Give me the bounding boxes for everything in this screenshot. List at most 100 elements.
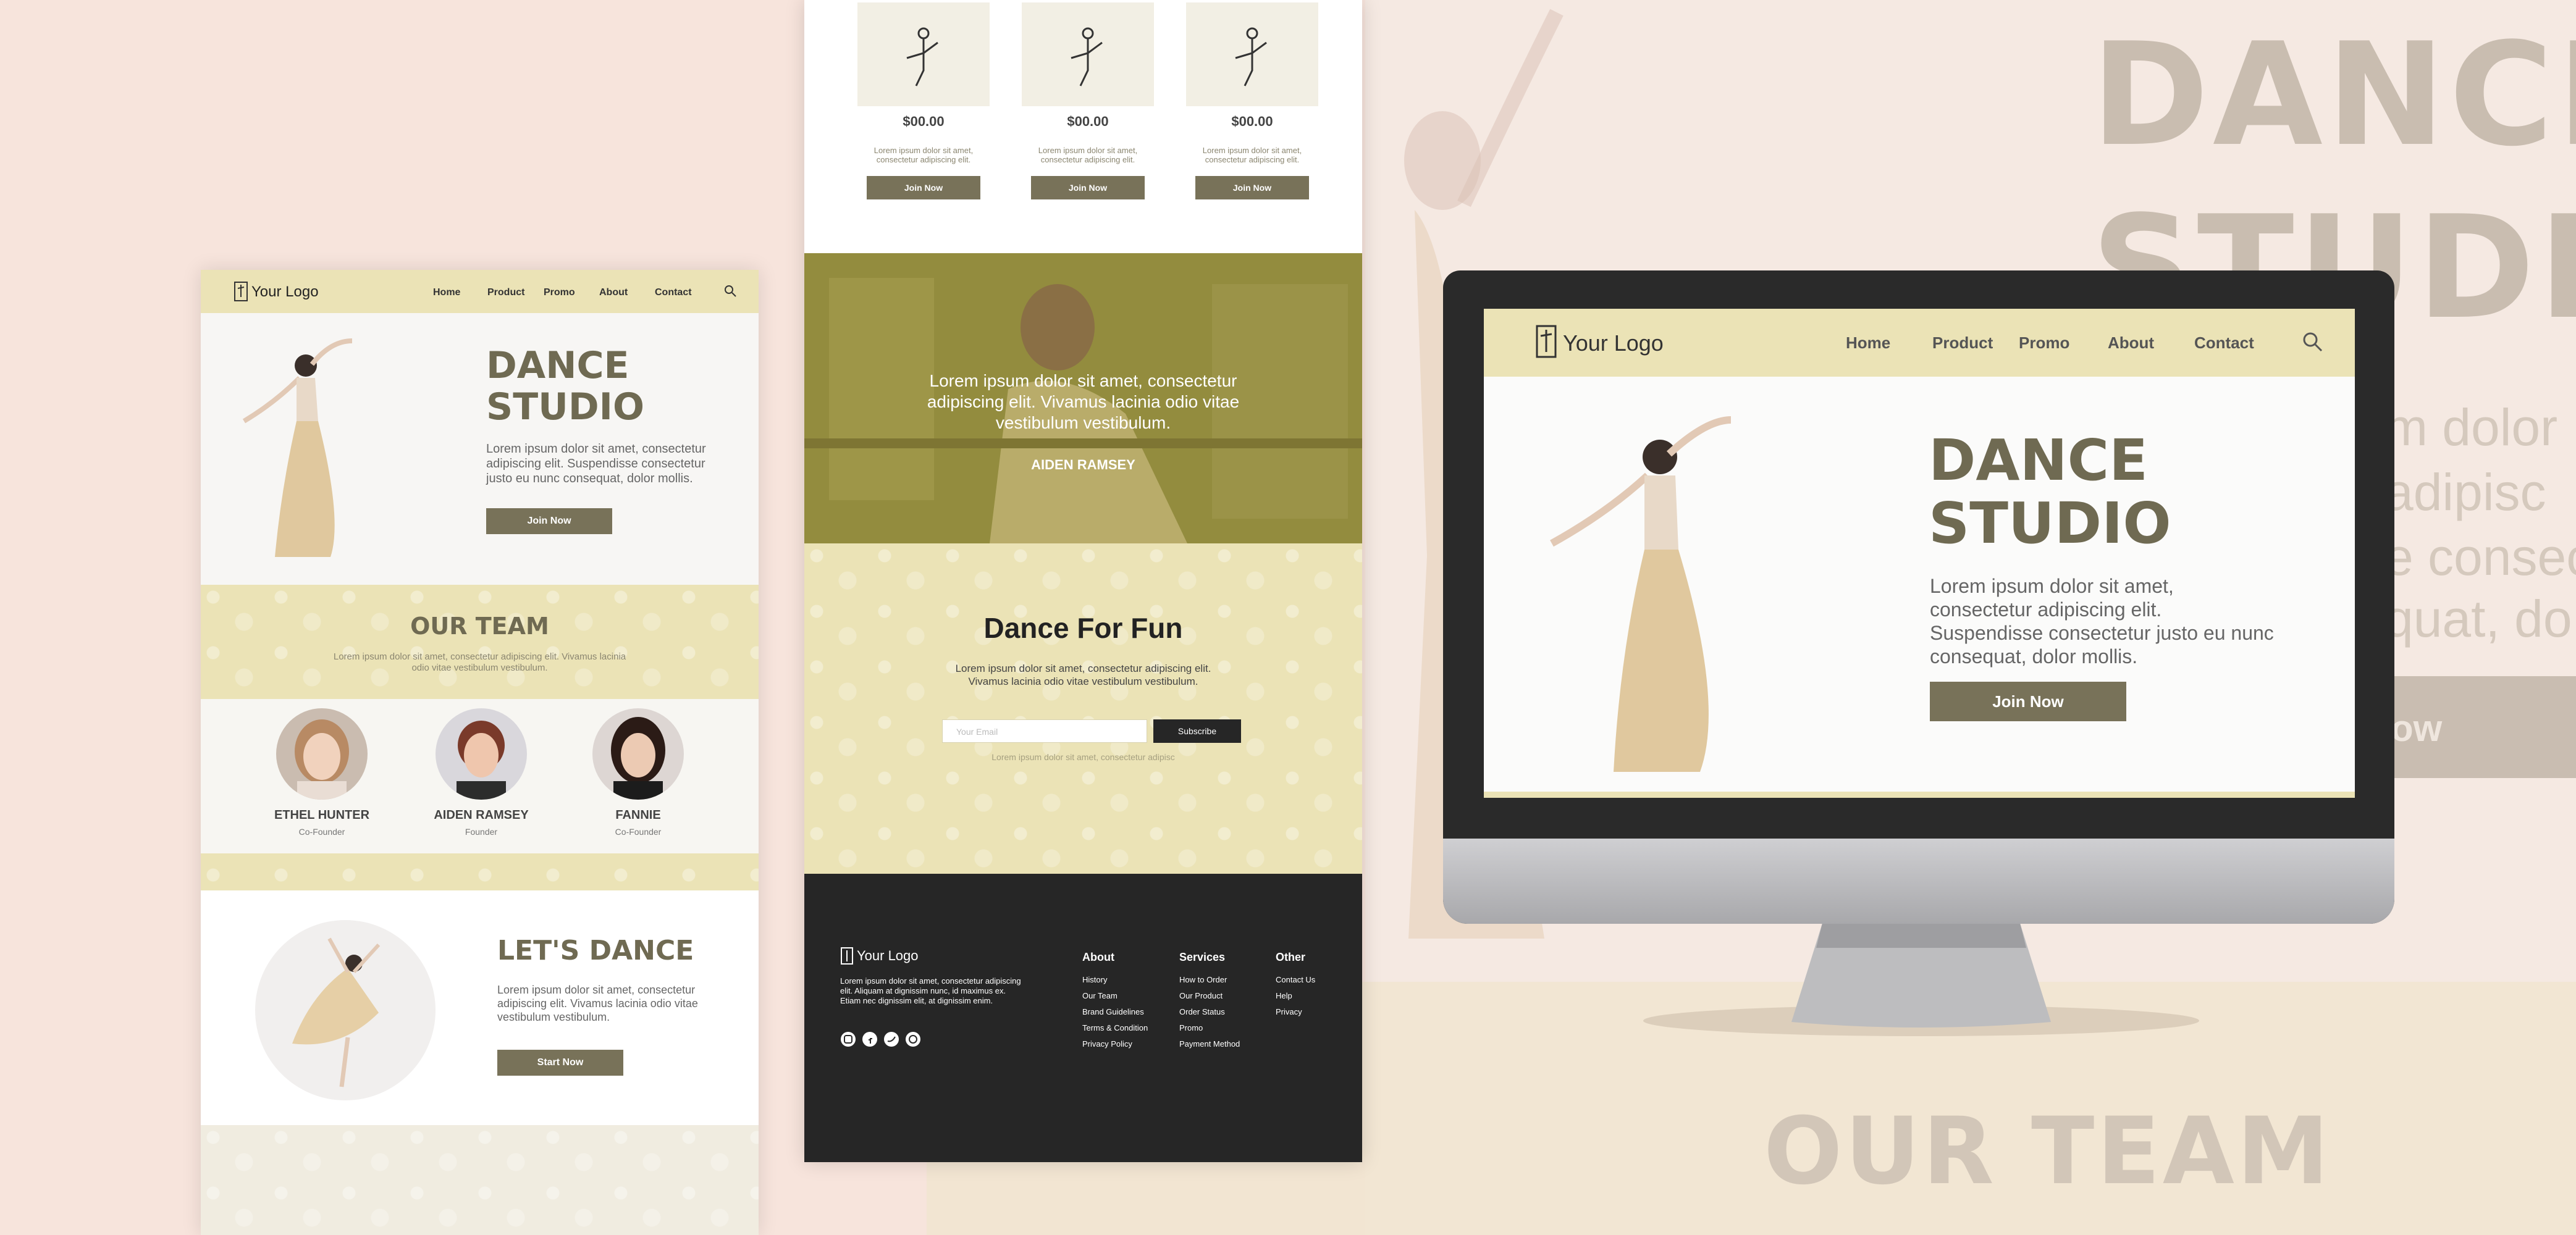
backdrop-fragment-1: m dolor	[2384, 398, 2558, 456]
team-title: OUR TEAM	[410, 613, 549, 640]
product-3-price: $00.00	[1231, 114, 1273, 129]
team-body: Lorem ipsum dolor sit amet, consectetur …	[333, 651, 626, 673]
screen-nav-home[interactable]: Home	[1846, 333, 1890, 353]
footer-link[interactable]: Our Product	[1179, 991, 1223, 1000]
left-bottom-pattern	[201, 1125, 759, 1235]
product-3-join-button[interactable]: Join Now	[1195, 176, 1309, 199]
left-header: Your Logo Home Product Promo About Conta…	[201, 270, 759, 313]
member-name-ethel: ETHEL HUNTER	[274, 808, 370, 822]
join-now-button[interactable]: Join Now	[486, 508, 612, 534]
footer-col-services-title: Services	[1179, 951, 1226, 963]
email-input[interactable]: Your Email	[942, 719, 1147, 743]
footer-link[interactable]: Privacy	[1276, 1007, 1302, 1016]
start-now-button[interactable]: Start Now	[497, 1050, 623, 1076]
hero-body: Lorem ipsum dolor sit amet, consectetur …	[486, 442, 706, 485]
facebook-icon[interactable]	[862, 1031, 878, 1047]
monitor-stand	[1773, 923, 2069, 1031]
screen-hero-body: Lorem ipsum dolor sit amet, consectetur …	[1930, 575, 2274, 668]
avatar-aiden	[436, 708, 527, 800]
footer-logo-text[interactable]: Your Logo	[857, 948, 919, 964]
nav-contact[interactable]: Contact	[655, 287, 692, 298]
footer-col-about-title: About	[1082, 951, 1114, 963]
lets-dance-title: LET'S DANCE	[497, 935, 694, 966]
footer-link[interactable]: Promo	[1179, 1023, 1203, 1032]
backdrop-button: ow	[2391, 676, 2576, 778]
screen-search-icon[interactable]	[2300, 330, 2324, 353]
newsletter-title: Dance For Fun	[983, 612, 1183, 644]
screen-nav-promo[interactable]: Promo	[2019, 333, 2069, 353]
backdrop-fragment-4: quat, do	[2384, 590, 2572, 648]
lets-dance-image	[255, 920, 436, 1100]
lets-dance-body: Lorem ipsum dolor sit amet, consectetur …	[497, 984, 698, 1023]
footer-link[interactable]: Our Team	[1082, 991, 1118, 1000]
member-name-aiden: AIDEN RAMSEY	[434, 808, 529, 822]
screen-nav-about[interactable]: About	[2108, 333, 2154, 353]
team-section: OUR TEAM Lorem ipsum dolor sit amet, con…	[201, 585, 759, 890]
footer-link[interactable]: Privacy Policy	[1082, 1039, 1132, 1049]
product-card-3-image	[1186, 2, 1318, 106]
testimonial-quote: Lorem ipsum dolor sit amet, consectetur …	[927, 371, 1240, 432]
left-mockup: Your Logo Home Product Promo About Conta…	[201, 270, 759, 1235]
member-name-fannie: FANNIE	[615, 808, 661, 822]
footer-about-text: Lorem ipsum dolor sit amet, consectetur …	[840, 976, 1021, 1005]
product-2-join-button[interactable]: Join Now	[1031, 176, 1145, 199]
screen-hero-title-1: DANCE	[1929, 427, 2148, 493]
screen-logo-icon[interactable]	[1534, 324, 1558, 359]
product-1-desc: Lorem ipsum dolor sit amet, consectetur …	[873, 146, 974, 164]
footer: Your Logo Lorem ipsum dolor sit amet, co…	[804, 874, 1362, 1162]
screen-nav-contact[interactable]: Contact	[2194, 333, 2254, 353]
screen-logo-text[interactable]: Your Logo	[1563, 330, 1664, 356]
footer-link[interactable]: History	[1082, 975, 1107, 984]
product-2-price: $00.00	[1067, 114, 1109, 129]
backdrop-button-fragment: ow	[2391, 708, 2443, 749]
hero-dancer-image	[238, 335, 361, 569]
newsletter-section: Dance For Fun Lorem ipsum dolor sit amet…	[804, 543, 1362, 874]
product-1-price: $00.00	[903, 114, 945, 129]
backdrop-team-title: OUR TEAM	[1764, 1098, 2332, 1205]
backdrop-fragment-3: e consec	[2384, 528, 2576, 586]
screen-dancer-image	[1546, 408, 1749, 790]
nav-home[interactable]: Home	[433, 287, 460, 298]
monitor-frame: Your Logo Home Product Promo About Conta…	[1443, 270, 2394, 924]
product-2-desc: Lorem ipsum dolor sit amet, consectetur …	[1038, 146, 1138, 164]
instagram-icon[interactable]	[840, 1031, 856, 1047]
logo-icon[interactable]	[233, 281, 249, 302]
avatar-fannie	[592, 708, 684, 800]
twitter-icon[interactable]	[883, 1031, 899, 1047]
footer-link[interactable]: How to Order	[1179, 975, 1227, 984]
search-icon[interactable]	[723, 283, 738, 298]
lets-dance-section: LET'S DANCE Lorem ipsum dolor sit amet, …	[201, 890, 759, 1125]
logo-text[interactable]: Your Logo	[251, 283, 319, 301]
hero-title-line2: STUDIO	[486, 385, 644, 429]
left-hero: DANCE STUDIO Lorem ipsum dolor sit amet,…	[201, 313, 759, 585]
footer-link[interactable]: Contact Us	[1276, 975, 1315, 984]
whatsapp-icon[interactable]	[905, 1031, 921, 1047]
footer-link[interactable]: Brand Guidelines	[1082, 1007, 1144, 1016]
footer-link[interactable]: Help	[1276, 991, 1292, 1000]
testimonial-author: AIDEN RAMSEY	[1031, 457, 1135, 472]
nav-product[interactable]: Product	[487, 287, 524, 298]
nav-promo[interactable]: Promo	[544, 287, 575, 298]
product-1-join-button[interactable]: Join Now	[867, 176, 980, 199]
product-card-2-image	[1022, 2, 1154, 106]
screen-join-now-button[interactable]: Join Now	[1930, 682, 2126, 721]
newsletter-note: Lorem ipsum dolor sit amet, consectetur …	[991, 752, 1175, 762]
footer-col-other-title: Other	[1276, 951, 1306, 963]
avatar-ethel	[276, 708, 368, 800]
nav-about[interactable]: About	[599, 287, 628, 298]
screen-nav-product[interactable]: Product	[1932, 333, 1993, 353]
hero-title-line1: DANCE	[486, 344, 629, 387]
backdrop-title-1: DANCE	[2091, 13, 2576, 178]
subscribe-button[interactable]: Subscribe	[1153, 719, 1241, 743]
footer-logo-icon[interactable]	[840, 947, 854, 965]
monitor-chin	[1443, 839, 2394, 924]
backdrop-fragment-2: adipisc	[2384, 463, 2546, 521]
product-card-1-image	[857, 2, 990, 106]
footer-link[interactable]: Payment Method	[1179, 1039, 1240, 1049]
footer-link[interactable]: Terms & Condition	[1082, 1023, 1148, 1032]
member-role-aiden: Founder	[465, 827, 498, 837]
member-role-ethel: Co-Founder	[298, 827, 345, 837]
testimonial-section: Lorem ipsum dolor sit amet, consectetur …	[804, 253, 1362, 543]
footer-link[interactable]: Order Status	[1179, 1007, 1225, 1016]
product-3-desc: Lorem ipsum dolor sit amet, consectetur …	[1202, 146, 1302, 164]
